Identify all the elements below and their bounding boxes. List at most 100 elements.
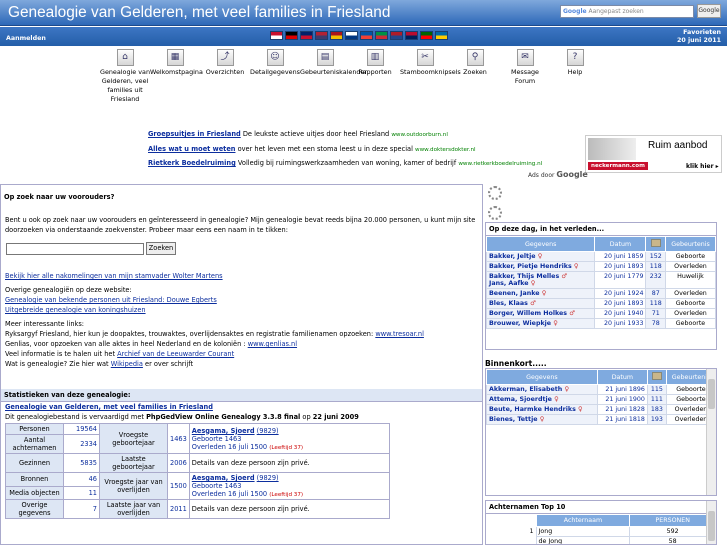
magnifier-icon[interactable]: ⚲: [466, 49, 484, 66]
col-achternaam[interactable]: Achternaam: [535, 514, 631, 527]
search-input[interactable]: Google Aangepast zoeken: [560, 5, 694, 18]
event-date[interactable]: 20 juni 1779: [594, 271, 647, 289]
menu-overzichten[interactable]: ⤴ Overzichten: [200, 48, 250, 104]
col-gegevens[interactable]: Gegevens: [486, 236, 596, 252]
flag-spain-icon[interactable]: [330, 31, 343, 40]
event-date[interactable]: 21 juni 1828: [596, 404, 648, 415]
stat-value[interactable]: 2334: [63, 434, 100, 454]
person-cell[interactable]: Bakker, Jeltje ♀: [486, 251, 596, 262]
flag-sweden-icon[interactable]: [435, 31, 448, 40]
flag-netherlands-icon[interactable]: [390, 31, 403, 40]
person-name[interactable]: Bakker, Jeltje: [489, 253, 536, 260]
menu-help[interactable]: ? Help: [550, 48, 600, 104]
menu-welkomstpagina[interactable]: ▦ Welkomstpagina: [150, 48, 203, 104]
link-douwe-egberts[interactable]: Genealogie van bekende personen uit Frie…: [5, 296, 217, 304]
flag-uk-icon[interactable]: [300, 31, 313, 40]
scroll-thumb[interactable]: [708, 511, 715, 541]
event-date[interactable]: 20 juni 1940: [594, 308, 647, 319]
stats-title-link[interactable]: Genealogie van Gelderen, met veel famili…: [5, 403, 213, 411]
link-tresoar[interactable]: www.tresoar.nl: [375, 330, 424, 338]
flag-portugal-icon[interactable]: [420, 31, 433, 40]
stat-value[interactable]: 19564: [63, 423, 100, 435]
surname-link[interactable]: Jong: [535, 526, 631, 537]
table-row[interactable]: Akkerman, Elisabeth ♀ 21 juni 1896 115 Gebo…: [486, 384, 716, 395]
person-name[interactable]: Borger, Willem Holkes: [489, 310, 567, 317]
ads-by-google[interactable]: Ads door Google: [528, 170, 588, 179]
person-cell[interactable]: Brouwer, Wiepkje ♀: [486, 318, 596, 329]
person-cell[interactable]: Bakker, Thijs Melles ♂ Jans, Aafke ♀: [486, 271, 596, 289]
menu-zoeken[interactable]: ⚲ Zoeken: [450, 48, 500, 104]
person-name[interactable]: Bles, Klaas: [489, 300, 528, 307]
stat-value[interactable]: 5835: [63, 453, 100, 473]
menu-rapporten[interactable]: ▥ Rapporten: [350, 48, 400, 104]
person-icon[interactable]: ☺: [266, 49, 284, 66]
person-name[interactable]: Akkerman, Elisabeth: [489, 386, 562, 393]
col-gebeurtenis[interactable]: Gebeurtenis: [665, 236, 716, 252]
neckermann-banner[interactable]: Ruim aanbod neckermann.com klik hier ▸: [585, 135, 722, 173]
table-row[interactable]: Bienes, Tettje ♀ 21 juni 1818 193 Overleden: [486, 414, 716, 425]
calendar-icon[interactable]: ▤: [316, 49, 334, 66]
search-button[interactable]: Google: [697, 4, 721, 18]
link-leeuwarder-courant[interactable]: Archief van de Leeuwarder Courant: [117, 350, 234, 358]
menu-stamboomknipsels[interactable]: ✂ Stamboomknipsels: [400, 48, 461, 104]
ad-url[interactable]: www.rietkerkboedelruiming.nl: [458, 161, 542, 167]
col-datum[interactable]: Datum: [594, 236, 647, 252]
table-row[interactable]: Beenen, Janke ♀ 20 juni 1924 87 Overleden: [486, 288, 716, 299]
person-name[interactable]: Beute, Harmke Hendriks: [489, 406, 576, 413]
event-date[interactable]: 21 juni 1896: [596, 384, 648, 395]
home-icon[interactable]: ⌂: [116, 49, 134, 66]
person-cell[interactable]: Bles, Klaas ♂: [486, 298, 596, 309]
help-icon[interactable]: ?: [566, 49, 584, 66]
flag-italy-icon[interactable]: [375, 31, 388, 40]
event-date[interactable]: 20 juni 1893: [594, 298, 647, 309]
menu-detailgegevens[interactable]: ☺ Detailgegevens: [250, 48, 300, 104]
forum-icon[interactable]: ✉: [516, 49, 534, 66]
flag-denmark-icon[interactable]: [270, 31, 283, 40]
person-cell[interactable]: Beenen, Janke ♀: [486, 288, 596, 299]
portal-icon[interactable]: ▦: [166, 49, 184, 66]
ad-title-link[interactable]: Groepsuitjes in Friesland: [148, 130, 241, 138]
event-date[interactable]: 20 juni 1933: [594, 318, 647, 329]
spouse-name[interactable]: Jans, Aafke: [489, 280, 529, 287]
ad-title-link[interactable]: Rietkerk Boedelruiming: [148, 159, 236, 167]
fact-person-link[interactable]: Aesgama, Sjoerd: [192, 427, 255, 435]
name-search-button[interactable]: Zoeken: [146, 242, 176, 255]
fact-year[interactable]: 2006: [167, 453, 190, 473]
ad-url[interactable]: www.doktersdokter.nl: [415, 147, 476, 153]
fact-person-link[interactable]: Aesgama, Sjoerd: [192, 474, 255, 482]
person-name[interactable]: Bakker, Pietje Hendriks: [489, 263, 572, 270]
person-name[interactable]: Bakker, Thijs Melles: [489, 273, 559, 280]
scroll-thumb[interactable]: [708, 379, 715, 409]
table-row[interactable]: Beute, Harmke Hendriks ♀ 21 juni 1828 183 O…: [486, 404, 716, 415]
person-cell[interactable]: Beute, Harmke Hendriks ♀: [486, 404, 598, 415]
event-date[interactable]: 20 juni 1893: [594, 261, 647, 272]
person-name[interactable]: Bienes, Tettje: [489, 416, 538, 423]
table-row[interactable]: Bakker, Pietje Hendriks ♀ 20 juni 1893 118…: [486, 261, 716, 272]
person-cell[interactable]: Bakker, Pietje Hendriks ♀: [486, 261, 596, 272]
table-row[interactable]: de Jong 58: [486, 536, 716, 544]
flag-usa-icon[interactable]: [315, 31, 328, 40]
fact-person-id[interactable]: (9829): [257, 427, 279, 435]
surname-link[interactable]: de Jong: [535, 536, 631, 544]
person-cell[interactable]: Borger, Willem Holkes ♂: [486, 308, 596, 319]
col-gegevens[interactable]: Gegevens: [486, 369, 598, 385]
link-koningshuizen[interactable]: Uitgebreide genealogie van koningshuizen: [5, 306, 146, 314]
flag-finland-icon[interactable]: [345, 31, 358, 40]
favorites-link[interactable]: Favorieten: [677, 29, 721, 37]
top10-scrollbar[interactable]: [706, 501, 716, 544]
fact-year[interactable]: 1500: [167, 472, 190, 500]
col-personen[interactable]: PERSONEN: [629, 514, 716, 527]
table-row[interactable]: Bles, Klaas ♂ 20 juni 1893 118 Geboorte: [486, 298, 716, 309]
flag-france-icon[interactable]: [360, 31, 373, 40]
stat-value[interactable]: 46: [63, 472, 100, 487]
flag-norway-icon[interactable]: [405, 31, 418, 40]
clippings-icon[interactable]: ✂: [416, 49, 434, 66]
table-row[interactable]: Attema, Sjoerdtje ♀ 21 juni 1900 111 Geboor…: [486, 394, 716, 405]
table-row[interactable]: Brouwer, Wiepkje ♀ 20 juni 1933 78 Geboorte: [486, 318, 716, 329]
fact-person-id[interactable]: (9829): [257, 474, 279, 482]
report-icon[interactable]: ▥: [366, 49, 384, 66]
menu-gebeurteniskalender[interactable]: ▤ Gebeurteniskalender: [300, 48, 367, 104]
stat-value[interactable]: 7: [63, 499, 100, 519]
link-nakomelingen[interactable]: Bekijk hier alle nakomelingen van mijn s…: [5, 272, 223, 280]
link-wikipedia[interactable]: Wikipedia: [111, 360, 143, 368]
